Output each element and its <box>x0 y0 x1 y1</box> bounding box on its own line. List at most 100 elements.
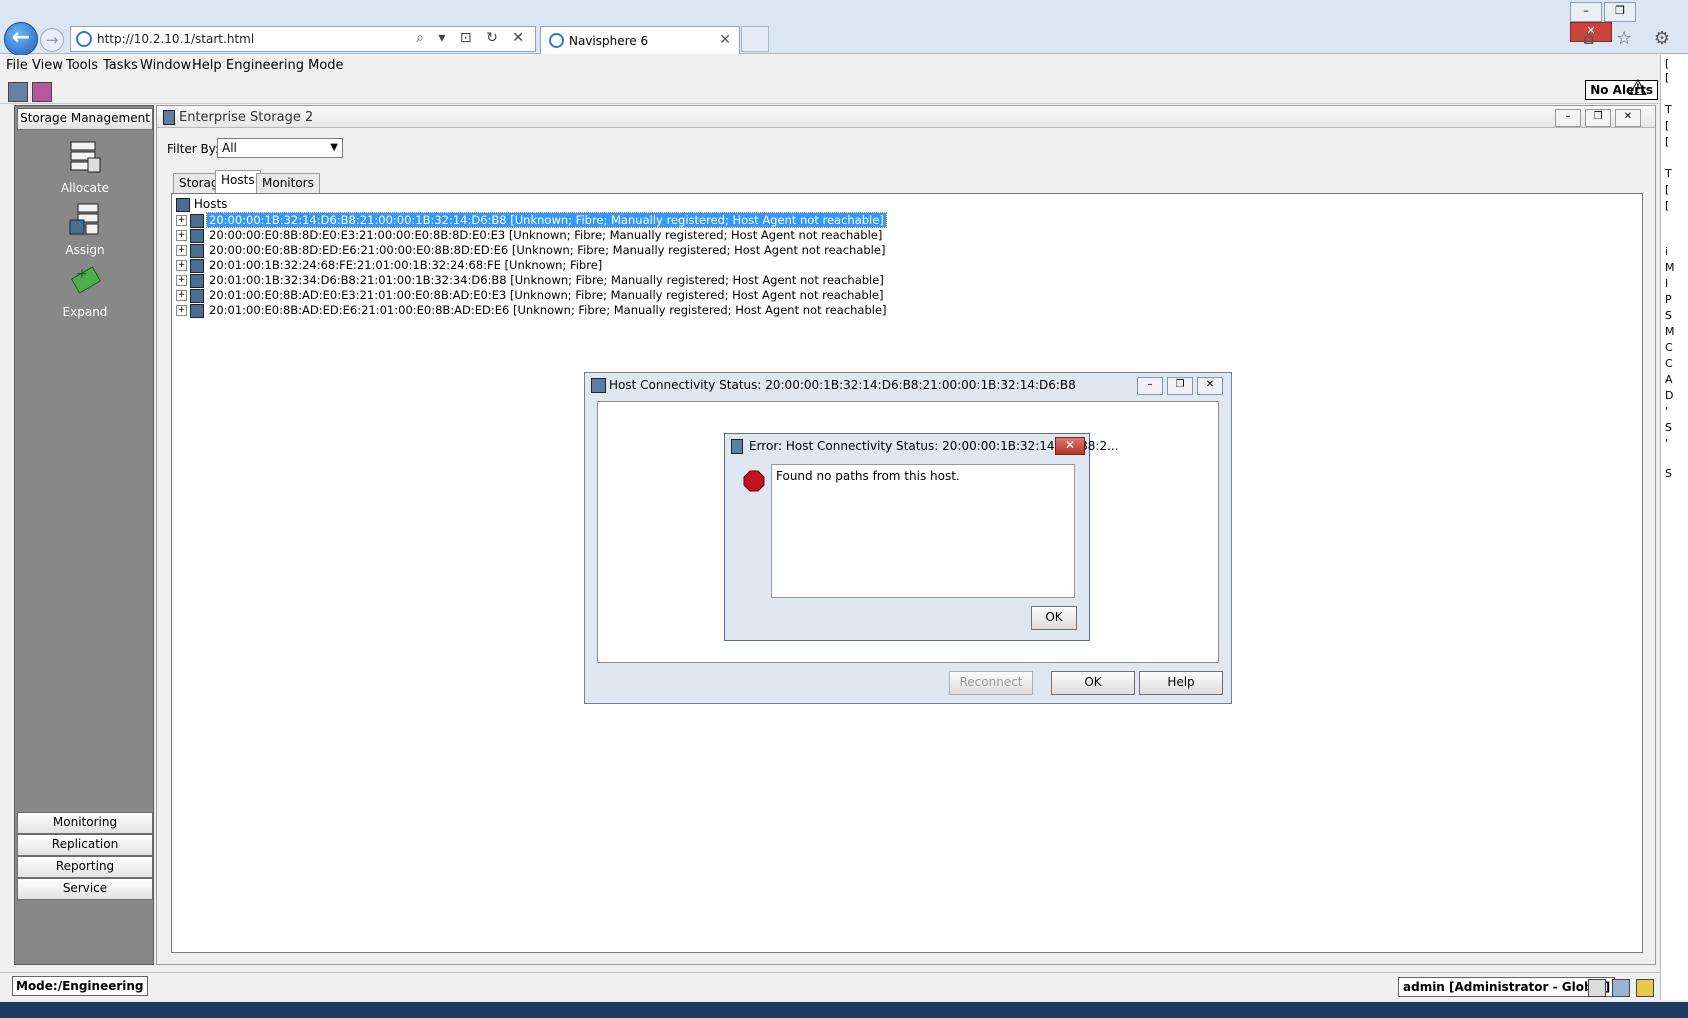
key-icon[interactable] <box>1588 979 1606 997</box>
minimize-icon[interactable]: – <box>1555 109 1581 127</box>
background-page-strip: [ [ T [ [ T [ [ i M I P S M C C A D ' S … <box>1660 55 1688 1000</box>
host-icon <box>190 273 204 288</box>
error-message: Found no paths from this host. <box>776 469 960 483</box>
host-row[interactable]: +20:01:00:1B:32:34:D6:B8:21:01:00:1B:32:… <box>176 273 886 288</box>
network-icon[interactable] <box>1612 979 1630 997</box>
strip-text: P <box>1665 293 1672 306</box>
minimize-button[interactable]: – <box>1570 2 1602 22</box>
window-icon <box>163 110 175 125</box>
allocate-tool[interactable]: Allocate <box>15 140 155 195</box>
expand-icon[interactable]: + <box>176 290 187 301</box>
menu-view[interactable]: View <box>32 58 63 73</box>
expand-icon[interactable]: + <box>176 260 187 271</box>
strip-text: A <box>1665 373 1673 386</box>
allocate-icon <box>70 141 101 173</box>
restore-button[interactable]: ❐ <box>1604 2 1636 22</box>
host-row[interactable]: +20:00:00:E0:8B:8D:ED:E6:21:00:00:E0:8B:… <box>176 243 887 258</box>
tree-root-label: Hosts <box>193 197 228 211</box>
user-indicator: admin [Administrator - Global] <box>1398 977 1616 997</box>
restore-icon[interactable]: ❐ <box>1585 109 1611 127</box>
host-row[interactable]: +20:01:00:E0:8B:AD:E0:E3:21:01:00:E0:8B:… <box>176 288 885 303</box>
hosts-icon <box>176 197 190 212</box>
mode-indicator: Mode:/Engineering <box>12 976 148 996</box>
filter-label: Filter By: <box>167 142 220 156</box>
expand-icon[interactable]: + <box>176 275 187 286</box>
strip-text: [ <box>1665 57 1670 70</box>
expand-tool[interactable]: + Expand <box>15 264 155 319</box>
host-label: 20:01:00:1B:32:34:D6:B8:21:01:00:1B:32:3… <box>209 273 884 287</box>
host-label: 20:01:00:1B:32:24:68:FE:21:01:00:1B:32:2… <box>209 258 603 272</box>
host-row[interactable]: +20:01:00:E0:8B:AD:ED:E6:21:01:00:E0:8B:… <box>176 303 889 318</box>
strip-text: i <box>1665 245 1669 258</box>
stop-error-icon <box>743 470 765 492</box>
menu-tasks[interactable]: Tasks <box>103 58 138 73</box>
filter-select[interactable]: All ▼ <box>217 138 343 158</box>
close-icon[interactable]: ✕ <box>1055 437 1085 455</box>
expand-icon[interactable]: + <box>176 305 187 316</box>
restore-icon[interactable]: ❐ <box>1167 377 1193 395</box>
expand-icon[interactable]: + <box>176 230 187 241</box>
address-tools[interactable]: ⌕ ▾ ⊡ ↻ ✕ <box>416 30 529 46</box>
assign-tool[interactable]: Assign <box>15 202 155 257</box>
strip-text: C <box>1665 341 1673 354</box>
expand-icon[interactable]: + <box>176 215 187 226</box>
storage-icon[interactable] <box>8 82 28 102</box>
menu-tools[interactable]: Tools <box>66 58 98 73</box>
url-text: http://10.2.10.1/start.html <box>97 32 255 46</box>
dialog-icon <box>591 378 606 393</box>
forward-button[interactable]: → <box>40 28 64 52</box>
reporting-button[interactable]: Reporting <box>17 856 153 878</box>
warning-icon[interactable]: ⚠ <box>1628 78 1648 100</box>
error-ok-button[interactable]: OK <box>1031 606 1077 630</box>
storage-management-button[interactable]: Storage Management <box>17 108 153 130</box>
strip-text: M <box>1665 325 1675 338</box>
tasks-icon[interactable] <box>32 82 52 102</box>
host-label: 20:01:00:E0:8B:AD:ED:E6:21:01:00:E0:8B:A… <box>209 303 887 317</box>
strip-text: [ <box>1665 119 1670 132</box>
main-title: Enterprise Storage 2 <box>179 110 314 125</box>
address-bar[interactable]: http://10.2.10.1/start.html ⌕ ▾ ⊡ ↻ ✕ <box>70 26 536 52</box>
host-icon <box>190 213 204 228</box>
assign-label: Assign <box>65 243 105 257</box>
help-button[interactable]: Help <box>1139 671 1223 695</box>
ok-button[interactable]: OK <box>1051 671 1135 695</box>
strip-text: T <box>1665 167 1672 180</box>
close-tab-icon[interactable]: ✕ <box>719 32 731 48</box>
home-favorites-settings-icons[interactable]: ⌂ ☆ ⚙ <box>1583 28 1678 49</box>
expand-icon[interactable]: + <box>176 245 187 256</box>
menu-file[interactable]: File <box>6 58 28 73</box>
monitoring-button[interactable]: Monitoring <box>17 812 153 834</box>
host-row[interactable]: +20:01:00:1B:32:24:68:FE:21:01:00:1B:32:… <box>176 258 604 273</box>
service-button[interactable]: Service <box>17 878 153 900</box>
toolbar <box>0 78 1660 104</box>
close-icon[interactable]: ✕ <box>1197 377 1223 395</box>
host-label: 20:01:00:E0:8B:AD:E0:E3:21:01:00:E0:8B:A… <box>209 288 884 302</box>
tab-monitors[interactable]: Monitors <box>256 173 320 195</box>
left-navigation: Storage Management Allocate Assign + Exp… <box>14 105 154 965</box>
back-button[interactable]: ← <box>4 22 38 56</box>
host-icon <box>190 303 204 318</box>
error-dialog: Error: Host Connectivity Status: 20:00:0… <box>724 433 1119 641</box>
ie-icon <box>76 31 92 47</box>
menu-window[interactable]: Window <box>140 58 191 73</box>
close-icon[interactable]: ✕ <box>1615 109 1641 127</box>
menu-engineering-mode[interactable]: Engineering Mode <box>226 58 344 73</box>
host-icon <box>190 243 204 258</box>
menu-help[interactable]: Help <box>192 58 222 73</box>
tree-root[interactable]: Hosts <box>176 197 227 212</box>
menu-bar: File View Tools Tasks Window Help Engine… <box>0 55 1660 77</box>
reconnect-button[interactable]: Reconnect <box>949 671 1033 695</box>
allocate-label: Allocate <box>60 181 110 195</box>
expand-icon: + <box>70 266 102 294</box>
lock-icon[interactable] <box>1636 979 1654 997</box>
new-tab-button[interactable] <box>741 26 769 52</box>
tab-title: Navisphere 6 <box>569 34 649 48</box>
browser-tab[interactable]: Navisphere 6 ✕ <box>540 26 740 54</box>
replication-button[interactable]: Replication <box>17 834 153 856</box>
main-titlebar: Enterprise Storage 2 – ❐ ✕ <box>157 106 1655 128</box>
host-row[interactable]: +20:00:00:1B:32:14:D6:B8:21:00:00:1B:32:… <box>176 212 887 228</box>
strip-text: I <box>1665 277 1669 290</box>
minimize-icon[interactable]: – <box>1137 377 1163 395</box>
host-row[interactable]: +20:00:00:E0:8B:8D:E0:E3:21:00:00:E0:8B:… <box>176 228 884 243</box>
expand-label: Expand <box>62 305 108 319</box>
